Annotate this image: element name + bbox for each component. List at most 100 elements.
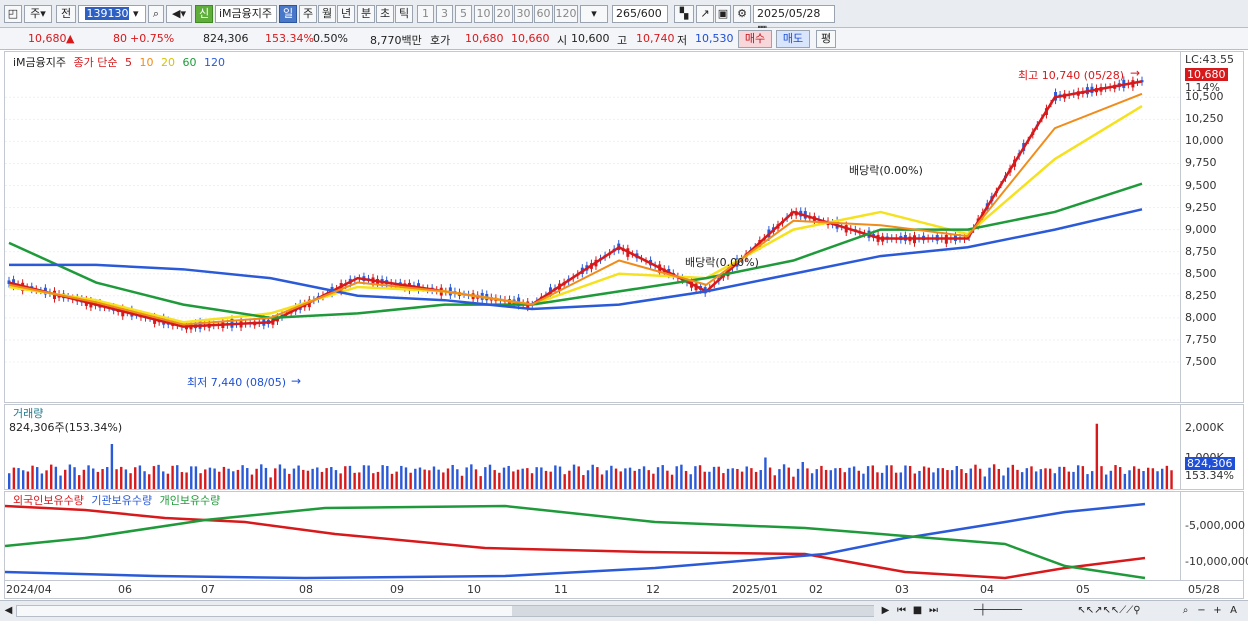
average-button[interactable]: 평 — [816, 30, 836, 48]
sell-button[interactable]: 매도 — [776, 30, 810, 48]
date-input[interactable]: 2025/05/28 ▦ — [753, 5, 835, 36]
volume-bar — [129, 473, 132, 489]
search-icon[interactable]: ⌕ — [148, 5, 164, 23]
tools-icon[interactable]: ▚ — [674, 5, 694, 23]
volume-bar — [50, 464, 53, 489]
interval-30[interactable]: 30 — [514, 5, 533, 23]
legend-ma10: 10 — [139, 56, 154, 69]
volume-bar — [712, 466, 716, 489]
interval-120[interactable]: 120 — [554, 5, 578, 23]
volume-bar — [1165, 465, 1169, 489]
trade-amount: 8,770백만 — [370, 34, 422, 47]
chart-scrollbar[interactable]: ◀ ▶ ⏮ ■ ⏭ ─┼────── ↖↖↗↖↖⟋⟋⚲ ⌕ − + A — [0, 600, 1248, 621]
zoom-slider[interactable]: ─┼────── — [946, 603, 1050, 618]
scroll-track[interactable] — [16, 605, 874, 617]
volume-bar — [166, 473, 170, 489]
volume-bar — [652, 473, 655, 489]
volume-bar — [843, 472, 846, 489]
text-size-icon[interactable]: A — [1226, 603, 1241, 618]
interval-1[interactable]: 1 — [417, 5, 434, 23]
volume-bar — [31, 465, 34, 489]
current-price: 10,680 — [28, 32, 67, 45]
scroll-thumb[interactable] — [512, 606, 874, 616]
volume-bar — [451, 464, 454, 489]
volume-bar — [913, 473, 916, 489]
drawing-tools-icon[interactable]: ↖↖↗↖↖⟋⟋⚲ — [1054, 603, 1164, 618]
draw-icon[interactable]: ↗ — [696, 5, 714, 23]
volume-bar — [731, 468, 734, 489]
holdings-panel[interactable]: 외국인보유수량 기관보유수량 개인보유수량 — [4, 491, 1181, 581]
volume-bar — [1044, 468, 1047, 489]
volume-bar — [871, 465, 874, 489]
volume-bar — [437, 469, 440, 489]
volume-bar — [138, 465, 142, 489]
date-value: 2025/05/28 — [757, 7, 821, 20]
holding-line-individual — [5, 504, 1146, 580]
interval-20[interactable]: 20 — [494, 5, 513, 23]
save-icon[interactable]: ▣ — [715, 5, 731, 23]
gear-icon[interactable]: ⚙ — [733, 5, 751, 23]
volume-bar — [1025, 468, 1029, 489]
period-year-tab[interactable]: 년 — [337, 5, 355, 23]
rewind-icon[interactable]: ⏮ — [894, 603, 909, 618]
scroll-right-icon[interactable]: ▶ — [878, 603, 893, 618]
stock-code-input[interactable]: 139130 ▾ — [78, 5, 146, 23]
volume-bar — [502, 467, 506, 489]
volume-bar — [815, 469, 818, 489]
date-axis: 2024/04 06 07 08 09 10 11 12 2025/01 02 … — [4, 581, 1244, 599]
count-input[interactable]: 265/600 — [612, 5, 668, 23]
volume-panel[interactable]: 거래량 824,306주(153.34%) — [4, 404, 1181, 490]
price-tick-label: 8,500 — [1185, 266, 1217, 280]
volume-bar — [190, 466, 193, 489]
buy-button[interactable]: 매수 — [738, 30, 772, 48]
volume-bar — [894, 472, 898, 489]
volume-bar — [185, 472, 188, 489]
volume-bar — [563, 474, 566, 489]
market-select[interactable]: 주▾ — [24, 5, 52, 23]
volume-bar — [1048, 468, 1052, 489]
volume-bar — [722, 473, 725, 489]
prev-button[interactable]: 전 — [56, 5, 76, 23]
volume-bar — [540, 467, 543, 489]
volume-bar — [59, 475, 62, 489]
change-value: 80 — [113, 32, 127, 45]
period-second-tab[interactable]: 초 — [376, 5, 394, 23]
price-tick-label: 7,500 — [1185, 354, 1217, 368]
volume-bar — [390, 473, 394, 489]
stock-name-field[interactable]: iM금융지주 — [215, 5, 277, 23]
period-week-tab[interactable]: 주 — [299, 5, 317, 23]
zoom-out-icon[interactable]: − — [1194, 603, 1209, 618]
volume-bar — [740, 471, 744, 489]
volume-bar — [456, 469, 459, 489]
volume-bar — [824, 469, 828, 489]
zoom-icon[interactable]: ⌕ — [1178, 603, 1193, 618]
zoom-in-icon[interactable]: + — [1210, 603, 1225, 618]
dividend-annotation-2: 배당락(0.00%) — [685, 256, 759, 269]
speaker-icon[interactable]: ◀▾ — [166, 5, 192, 23]
price-legend: iM금융지주 종가 단순 5 10 20 60 120 — [13, 54, 229, 70]
volume-bar — [516, 469, 520, 489]
forward-icon[interactable]: ⏭ — [926, 603, 941, 618]
interval-10[interactable]: 10 — [474, 5, 493, 23]
period-day-tab[interactable]: 일 — [279, 5, 297, 23]
window-icon[interactable]: ◰ — [4, 5, 22, 23]
interval-60[interactable]: 60 — [534, 5, 553, 23]
period-month-tab[interactable]: 월 — [318, 5, 336, 23]
interval-dropdown[interactable]: ▾ — [580, 5, 608, 23]
new-button[interactable]: 신 — [195, 5, 213, 23]
volume-bar — [703, 471, 706, 489]
interval-5[interactable]: 5 — [455, 5, 472, 23]
scroll-left-icon[interactable]: ◀ — [1, 603, 16, 618]
period-minute-tab[interactable]: 분 — [357, 5, 375, 23]
volume-bar — [950, 470, 954, 489]
period-tick-tab[interactable]: 틱 — [395, 5, 413, 23]
date-11: 11 — [554, 583, 568, 596]
volume-bar — [820, 465, 823, 489]
price-chart-panel[interactable]: → → iM금융지주 종가 단순 5 10 20 60 120 최고 10,740… — [4, 51, 1182, 403]
legend-stock-name: iM금융지주 — [13, 56, 67, 69]
interval-3[interactable]: 3 — [436, 5, 453, 23]
volume-bar — [1002, 475, 1005, 489]
stock-code: 139130 — [85, 7, 130, 20]
volume-pct-badge: 153.34% — [1185, 469, 1234, 482]
stop-icon[interactable]: ■ — [910, 603, 925, 618]
